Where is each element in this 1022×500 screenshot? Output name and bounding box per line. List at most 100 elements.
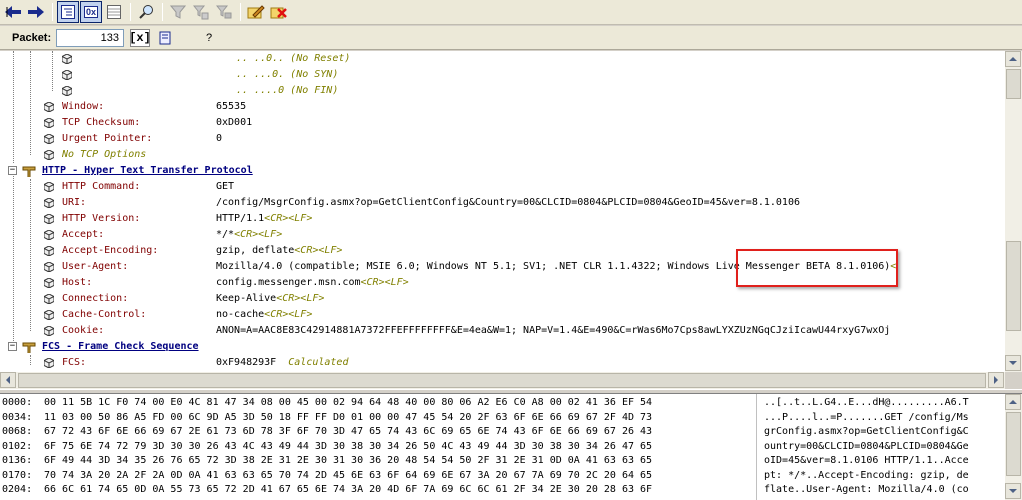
hex-bytes: 00 11 5B 1C F0 74 00 E0 4C 81 47 34 08 0… [44, 397, 653, 408]
tree-guide-line [30, 355, 31, 365]
field-value: config.messenger.msn.com<CR><LF> [216, 275, 409, 291]
collapse-icon[interactable]: − [8, 342, 17, 351]
field-value: 65535 [216, 101, 247, 112]
scroll-left-icon[interactable] [0, 372, 16, 388]
field-cube-icon [62, 54, 72, 64]
tree-horizontal-scrollbar[interactable] [0, 372, 1005, 389]
collapse-icon[interactable]: − [8, 166, 17, 175]
field-name: URI: [62, 197, 87, 208]
field-cube-icon [44, 326, 54, 336]
scroll-right-icon[interactable] [988, 372, 1004, 388]
field-value: /config/MsgrConfig.asmx?op=GetClientConf… [216, 195, 800, 211]
find-icon[interactable] [135, 1, 157, 23]
crlf-marker: <CR><LF> [276, 293, 325, 304]
hex-row[interactable]: 0136: 6F 49 44 3D 34 35 26 76 65 72 3D 38… [2, 454, 1002, 467]
field-name: Accept-Encoding: [62, 245, 159, 256]
hex-ascii: pt: */*..Accept-Encoding: gzip, de [764, 469, 969, 481]
hex-view-icon[interactable]: 0x [80, 1, 102, 23]
field-note: No TCP Options [62, 149, 147, 160]
help-button[interactable]: ? [206, 32, 212, 44]
field-value-text: no-cache [216, 309, 265, 320]
crlf-marker: <CR><LF> [264, 213, 313, 224]
toolbar-separator [162, 3, 163, 21]
hex-row[interactable]: 0204: 66 6C 61 74 65 0D 0A 55 73 65 72 2D… [2, 483, 1002, 496]
field-value: gzip, deflate<CR><LF> [216, 243, 342, 259]
scroll-thumb[interactable] [1006, 412, 1021, 476]
field-value: ANON=A=AAC8E83C42914881A7372FFEFFFFFFFF&… [216, 323, 890, 339]
hex-offset: 0170: [2, 469, 33, 481]
field-value-text: GET [216, 181, 235, 192]
tree-guide-line [30, 179, 31, 331]
scroll-up-icon[interactable] [1005, 51, 1021, 67]
delete-icon[interactable] [268, 1, 290, 23]
back-arrow-icon[interactable] [2, 1, 24, 23]
scroll-thumb[interactable] [18, 373, 986, 388]
field-value-text: */* [216, 229, 235, 240]
flag-text: .. ..0.. (No Reset) [236, 53, 351, 64]
scroll-thumb[interactable] [1006, 241, 1021, 331]
packet-number-input[interactable]: 133 [56, 28, 124, 47]
scroll-down-icon[interactable] [1005, 483, 1021, 499]
protocol-icon [22, 166, 36, 177]
crlf-marker: <CR><LF> [294, 245, 343, 256]
field-name: Host: [62, 277, 93, 288]
scroll-down-icon[interactable] [1005, 355, 1021, 371]
tree-vertical-scrollbar[interactable] [1005, 51, 1022, 372]
hex-row[interactable]: 0068: 67 72 43 6F 6E 66 69 67 2E 61 73 6D… [2, 425, 1002, 438]
field-value-text: gzip, deflate [216, 245, 295, 256]
tree-view-icon[interactable] [57, 1, 79, 23]
hex-offset: 0068: [2, 426, 33, 437]
crlf-marker: <CR><LF> [360, 277, 409, 288]
tree-guide-line [52, 51, 53, 91]
fcs-value: 0xF948293F [216, 357, 277, 368]
edit-icon[interactable] [245, 1, 267, 23]
packet-label: Packet: [12, 31, 52, 44]
hex-offset: 0136: [2, 455, 33, 466]
bracket-x-button[interactable]: [x] [129, 28, 151, 47]
field-cube-icon [44, 246, 54, 256]
hex-row[interactable]: 0170: 70 74 3A 20 2A 2F 2A 0D 0A 41 63 63… [2, 469, 1002, 482]
field-value: */*<CR><LF> [216, 227, 282, 243]
tree-guide-line [13, 171, 14, 351]
filter-remove-icon[interactable] [213, 1, 235, 23]
field-name: Cookie: [62, 325, 105, 336]
field-name: HTTP Command: [62, 181, 141, 192]
hex-ascii: ...P....l..=P.......GET /config/Ms [764, 411, 969, 423]
hex-row[interactable]: 0034: 11 03 00 50 86 A5 FD 00 6C 9D A5 3D… [2, 411, 1002, 424]
hex-bytes: 11 03 00 50 86 A5 FD 00 6C 9D A5 3D 50 1… [44, 411, 653, 423]
filter-icon[interactable] [167, 1, 189, 23]
hex-row[interactable]: 0102: 6F 75 6E 74 72 79 3D 30 30 26 43 4C… [2, 440, 1002, 453]
scroll-thumb[interactable] [1006, 69, 1021, 99]
hex-ascii: ..[..t..L.G4..E...dH@.........A6.T [764, 397, 969, 408]
field-value: HTTP/1.1<CR><LF> [216, 211, 312, 227]
hex-ascii: grConfig.asmx?op=GetClientConfig&C [764, 426, 969, 437]
filter-add-icon[interactable] [190, 1, 212, 23]
field-cube-icon [44, 198, 54, 208]
hex-row[interactable]: 0000: 00 11 5B 1C F0 74 00 E0 4C 81 47 34… [2, 396, 1002, 409]
hex-ascii: flate..User-Agent: Mozilla/4.0 (co [764, 484, 969, 495]
field-cube-icon [62, 86, 72, 96]
main-toolbar: 0x [0, 0, 1022, 25]
field-name: TCP Checksum: [62, 117, 141, 128]
highlight-annotation-box [736, 249, 898, 287]
scroll-up-icon[interactable] [1005, 394, 1021, 410]
crlf-marker: <CR><LF> [264, 309, 313, 320]
table-view-icon[interactable] [103, 1, 125, 23]
field-value: 0xF948293F Calculated [216, 355, 348, 371]
hex-vertical-scrollbar[interactable] [1005, 394, 1022, 500]
field-name: FCS: [62, 357, 87, 368]
hex-offset: 0000: [2, 397, 33, 408]
forward-arrow-icon[interactable] [25, 1, 47, 23]
hex-ascii: ountry=00&CLCID=0804&PLCID=0804&Ge [764, 440, 969, 452]
field-cube-icon [44, 294, 54, 304]
field-name: HTTP Version: [62, 213, 141, 224]
packet-navigation-bar: Packet: 133 [x] ? [0, 26, 1022, 50]
field-cube-icon [44, 278, 54, 288]
field-value-text: Keep-Alive [216, 293, 277, 304]
field-name: Window: [62, 101, 105, 112]
hex-bytes: 6F 49 44 3D 34 35 26 76 65 72 3D 38 2E 3… [44, 455, 653, 466]
hex-offset: 0034: [2, 411, 33, 423]
flag-text: .. ....0 (No FIN) [236, 85, 339, 96]
protocol-name: FCS - Frame Check Sequence [42, 341, 199, 352]
document-icon[interactable] [154, 28, 176, 48]
